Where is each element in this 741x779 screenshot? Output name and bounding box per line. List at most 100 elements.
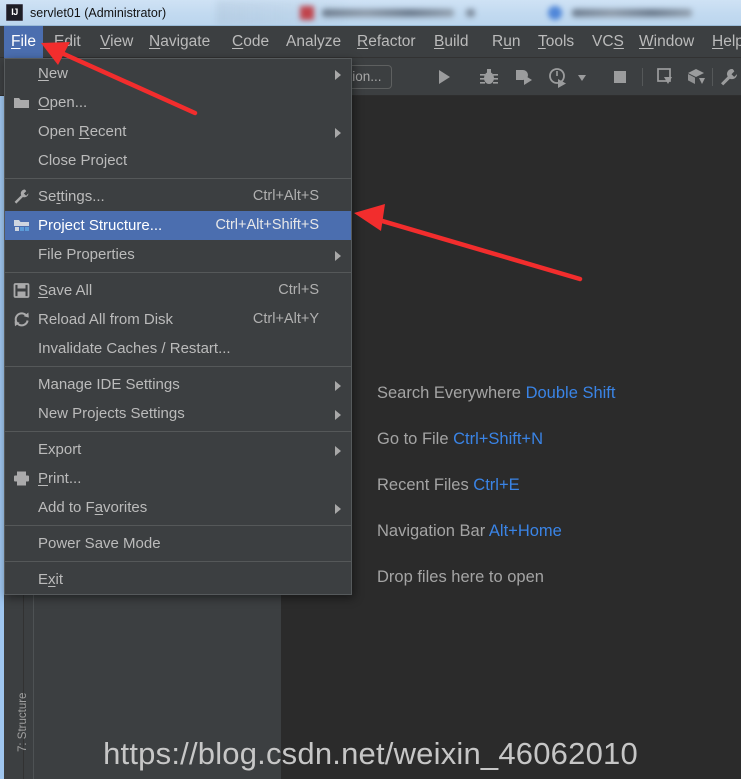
update-project-icon[interactable]: [654, 66, 676, 88]
editor-tip-drop-files-here-to-open: Drop files here to open: [377, 567, 737, 587]
settings-wrench-icon[interactable]: [718, 66, 740, 88]
menu-item-shortcut: Ctrl+Alt+Y: [252, 311, 319, 327]
menu-item-label: Invalidate Caches / Restart...: [38, 340, 231, 357]
submenu-arrow-icon: [335, 504, 341, 514]
menu-item-label: Power Save Mode: [38, 535, 161, 552]
menu-item-project-structure[interactable]: Project Structure... Ctrl+Alt+Shift+S: [5, 211, 351, 240]
menubar-item-refactor[interactable]: Refactor: [350, 26, 423, 58]
menu-item-reload-all-from-disk[interactable]: Reload All from Disk Ctrl+Alt+Y: [5, 305, 351, 334]
menubar-item-navigate[interactable]: Navigate: [142, 26, 217, 58]
menu-item-label: New: [38, 65, 69, 82]
editor-tip-navigation-bar: Navigation Bar Alt+Home: [377, 521, 737, 541]
menu-item-shortcut: Ctrl+S: [278, 282, 319, 298]
menu-item-label: Manage IDE Settings: [38, 376, 180, 393]
menu-item-label: Print...: [38, 470, 82, 487]
browser-tab-close-blurred[interactable]: [466, 9, 475, 17]
save-icon: [13, 283, 30, 298]
profile-icon[interactable]: [547, 66, 569, 88]
project-structure-icon: [14, 220, 29, 231]
menu-item-export[interactable]: Export: [5, 435, 351, 464]
menu-separator: [5, 272, 351, 273]
editor-tip-shortcut: Double Shift: [525, 384, 616, 402]
editor-tip-shortcut: Ctrl+Shift+N: [453, 430, 543, 448]
browser-tab-favicon-2: [548, 6, 562, 20]
menu-item-label: Open...: [38, 94, 88, 111]
editor-tip-search-everywhere: Search Everywhere Double Shift: [377, 383, 737, 403]
menubar-item-code[interactable]: Code: [225, 26, 276, 58]
stop-icon[interactable]: [609, 66, 631, 88]
folder-icon: [14, 98, 29, 108]
commit-icon[interactable]: [685, 66, 707, 88]
menu-item-invalidate-caches-restart[interactable]: Invalidate Caches / Restart...: [5, 334, 351, 363]
editor-tip-go-to-file: Go to File Ctrl+Shift+N: [377, 429, 737, 449]
reload-icon: [14, 312, 29, 327]
run-with-coverage-icon[interactable]: [513, 66, 535, 88]
menu-item-close-project[interactable]: Close Project: [5, 146, 351, 175]
browser-tab-title-blurred-2: [572, 9, 692, 17]
editor-tip-action: Search Everywhere: [377, 384, 521, 402]
toolbar-separator-2: [712, 68, 713, 86]
menu-item-open-recent[interactable]: Open Recent: [5, 117, 351, 146]
editor-tip-action: Recent Files: [377, 476, 469, 494]
window-title: servlet01 (Administrator): [30, 6, 167, 20]
submenu-arrow-icon: [335, 446, 341, 456]
editor-tip-recent-files: Recent Files Ctrl+E: [377, 475, 737, 495]
editor-tip-shortcut: Ctrl+E: [473, 476, 520, 494]
menu-item-new-projects-settings[interactable]: New Projects Settings: [5, 399, 351, 428]
watermark-url: https://blog.csdn.net/weixin_46062010: [103, 736, 638, 771]
menubar-item-run[interactable]: Run: [485, 26, 527, 58]
menubar-item-view[interactable]: View: [93, 26, 140, 58]
menu-item-open[interactable]: Open...: [5, 88, 351, 117]
run-icon[interactable]: [432, 66, 454, 88]
menubar-item-vcs[interactable]: VCS: [585, 26, 631, 58]
menu-item-exit[interactable]: Exit: [5, 565, 351, 594]
menu-item-add-to-favorites[interactable]: Add to Favorites: [5, 493, 351, 522]
menu-item-file-properties[interactable]: File Properties: [5, 240, 351, 269]
menubar-item-file[interactable]: File: [4, 26, 43, 58]
menu-item-power-save-mode[interactable]: Power Save Mode: [5, 529, 351, 558]
menubar-item-edit[interactable]: Edit: [47, 26, 88, 58]
editor-tip-action: Drop files here to open: [377, 568, 544, 586]
menu-item-save-all[interactable]: Save All Ctrl+S: [5, 276, 351, 305]
menubar-item-analyze[interactable]: Analyze: [279, 26, 348, 58]
dropdown-arrow-icon[interactable]: [575, 66, 589, 88]
menu-item-label: Settings...: [38, 188, 105, 205]
menu-item-label: Open Recent: [38, 123, 127, 140]
menu-item-label: Close Project: [38, 152, 128, 169]
submenu-arrow-icon: [335, 381, 341, 391]
editor-tip-action: Go to File: [377, 430, 449, 448]
menubar-item-help[interactable]: Help: [705, 26, 741, 58]
menu-separator: [5, 525, 351, 526]
file-dropdown-menu: New Open... Open Recent Close Project Settin…: [4, 58, 352, 595]
submenu-arrow-icon: [335, 410, 341, 420]
menu-separator: [5, 366, 351, 367]
browser-tab-favicon: [300, 6, 314, 20]
menu-item-shortcut: Ctrl+Alt+Shift+S: [215, 217, 319, 233]
menu-item-manage-ide-settings[interactable]: Manage IDE Settings: [5, 370, 351, 399]
menu-item-print[interactable]: Print...: [5, 464, 351, 493]
submenu-arrow-icon: [335, 70, 341, 80]
menu-item-settings[interactable]: Settings... Ctrl+Alt+S: [5, 182, 351, 211]
submenu-arrow-icon: [335, 251, 341, 261]
menubar-item-tools[interactable]: Tools: [531, 26, 581, 58]
os-title-bar: IJ servlet01 (Administrator): [0, 0, 741, 26]
menu-item-label: Project Structure...: [38, 217, 163, 234]
editor-tip-action: Navigation Bar: [377, 522, 486, 540]
menu-item-label: Save All: [38, 282, 93, 299]
submenu-arrow-icon: [335, 128, 341, 138]
menu-separator: [5, 561, 351, 562]
print-icon: [14, 471, 29, 486]
menubar-item-window[interactable]: Window: [632, 26, 701, 58]
toolbar-separator: [642, 68, 643, 86]
menu-separator: [5, 178, 351, 179]
menu-separator: [5, 431, 351, 432]
browser-tab-title-blurred: [322, 9, 454, 17]
debug-icon[interactable]: [478, 66, 500, 88]
menubar-item-build[interactable]: Build: [427, 26, 475, 58]
menu-item-label: File Properties: [38, 246, 135, 263]
editor-tip-shortcut: Alt+Home: [488, 522, 562, 540]
intellij-idea-icon: IJ: [6, 4, 23, 21]
main-menu-bar: File Edit View Navigate Code Analyze Refactor B…: [0, 26, 741, 58]
wrench-icon: [14, 189, 29, 204]
menu-item-new[interactable]: New: [5, 59, 351, 88]
